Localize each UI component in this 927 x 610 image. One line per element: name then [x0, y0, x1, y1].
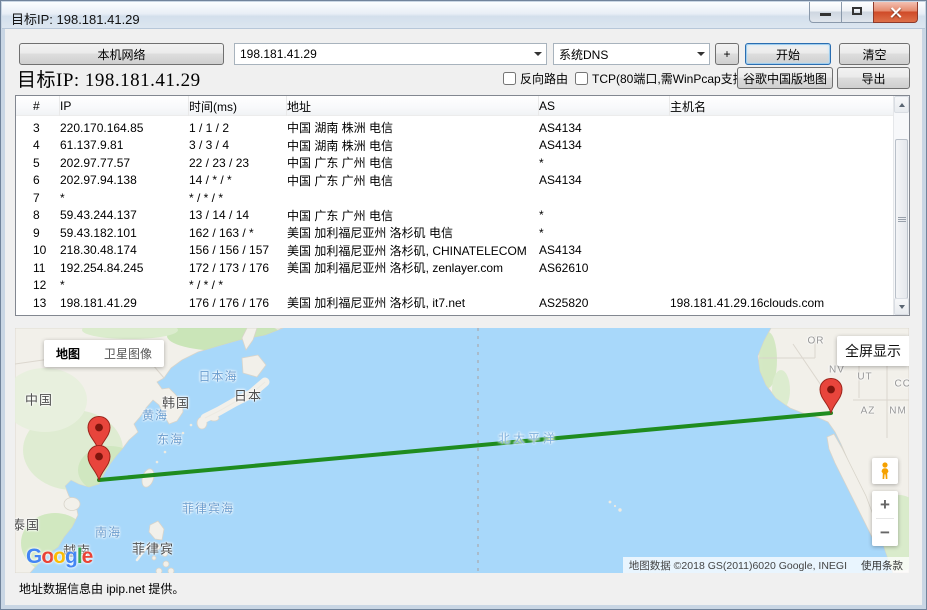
target-ip-combobox[interactable] [234, 43, 547, 65]
table-row[interactable]: 7** / * / * [16, 189, 909, 207]
table-row[interactable]: 10218.30.48.174156 / 156 / 157美国 加利福尼亚州 … [16, 242, 909, 260]
table-row[interactable]: 461.137.9.813 / 3 / 4中国 湖南 株洲 电信AS4134 [16, 137, 909, 155]
map-attribution: 地图数据 ©2018 GS(2011)6020 Google, INEGI 使用… [623, 557, 909, 573]
table-row[interactable]: 12** / * / * [16, 277, 909, 295]
column-header-ip[interactable]: IP [60, 96, 189, 116]
map-type-map-button[interactable]: 地图 [44, 345, 92, 362]
table-row[interactable]: 3220.170.164.851 / 1 / 2中国 湖南 株洲 电信AS413… [16, 119, 909, 137]
maximize-icon [852, 7, 862, 15]
zoom-control: + − [872, 491, 898, 546]
column-header-as[interactable]: AS [539, 96, 670, 116]
close-icon [889, 6, 902, 19]
start-label: 开始 [776, 46, 800, 63]
table-body: 3220.170.164.851 / 1 / 2中国 湖南 株洲 电信AS413… [16, 116, 909, 312]
google-cn-map-label: 谷歌中国版地图 [743, 70, 827, 87]
table-row[interactable]: 6202.97.94.13814 / * / *中国 广东 广州 电信AS413… [16, 172, 909, 190]
table-row[interactable]: 859.43.244.13713 / 14 / 14中国 广东 广州 电信* [16, 207, 909, 225]
reverse-route-checkbox[interactable] [503, 72, 516, 85]
column-header-addr[interactable]: 地址 [287, 96, 539, 116]
clear-label: 清空 [862, 46, 886, 63]
hainan-island [64, 498, 80, 511]
options-group: 反向路由 TCP(80端口,需WinPcap支持) [503, 70, 756, 87]
map-type-satellite-button[interactable]: 卫星图像 [92, 345, 164, 362]
table-row[interactable]: 5202.97.77.5722 / 23 / 23中国 广东 广州 电信* [16, 154, 909, 172]
fullscreen-label: 全屏显示 [845, 341, 901, 361]
export-label: 导出 [861, 70, 885, 87]
status-text: 地址数据信息由 ipip.net 提供。 [19, 580, 184, 597]
dns-select[interactable]: 系统DNS [553, 43, 710, 65]
pegman-control[interactable] [872, 458, 898, 484]
close-button[interactable] [873, 2, 918, 23]
zoom-out-button[interactable]: − [872, 519, 898, 546]
google-cn-map-button[interactable]: 谷歌中国版地图 [737, 67, 833, 89]
scrollbar-thumb[interactable] [895, 139, 908, 299]
chevron-down-icon[interactable] [693, 44, 709, 64]
attribution-text: 地图数据 ©2018 GS(2011)6020 Google, INEGI [629, 558, 847, 573]
terms-of-use-link[interactable]: 使用条款 [861, 558, 903, 573]
scroll-up-button[interactable] [894, 96, 909, 113]
clear-button[interactable]: 清空 [839, 43, 910, 65]
table-header: # IP 时间(ms) 地址 AS 主机名 [16, 96, 909, 116]
column-header-host[interactable]: 主机名 [670, 96, 909, 116]
dns-select-value: 系统DNS [554, 46, 693, 63]
arrow-down-icon [899, 305, 905, 309]
local-network-label: 本机网络 [97, 46, 145, 63]
app-window: 目标IP: 198.181.41.29 本机网络 系统DNS + 开始 清空 [0, 0, 927, 610]
arrow-up-icon [899, 103, 905, 107]
scroll-down-button[interactable] [894, 298, 909, 315]
table-row[interactable]: 11192.254.84.245172 / 173 / 176美国 加利福尼亚州… [16, 259, 909, 277]
start-button[interactable]: 开始 [745, 43, 831, 65]
target-ip-input[interactable] [235, 45, 530, 63]
minimize-icon [820, 13, 831, 16]
reverse-route-label[interactable]: 反向路由 [520, 70, 568, 87]
local-network-button[interactable]: 本机网络 [19, 43, 224, 65]
window-controls [809, 2, 918, 23]
add-button[interactable]: + [715, 43, 739, 65]
table-row[interactable]: 13198.181.41.29176 / 176 / 176美国 加利福尼亚州 … [16, 294, 909, 312]
maximize-button[interactable] [841, 2, 874, 23]
fullscreen-button[interactable]: 全屏显示 [837, 336, 909, 366]
map-type-control: 地图 卫星图像 [44, 340, 164, 367]
export-button[interactable]: 导出 [837, 67, 910, 89]
google-logo[interactable]: Google [26, 545, 92, 569]
client-area: 本机网络 系统DNS + 开始 清空 目标IP: 198.181.41.29 反… [5, 29, 922, 605]
chevron-down-icon[interactable] [530, 44, 546, 64]
vertical-scrollbar[interactable] [893, 96, 909, 315]
tcp-label[interactable]: TCP(80端口,需WinPcap支持) [592, 70, 749, 87]
column-header-time[interactable]: 时间(ms) [189, 96, 287, 116]
pegman-icon [879, 462, 891, 480]
hop-table: # IP 时间(ms) 地址 AS 主机名 3220.170.164.851 /… [15, 95, 910, 316]
minimize-button[interactable] [809, 2, 842, 23]
column-header-num[interactable]: # [16, 96, 60, 116]
plus-icon: + [723, 47, 730, 61]
window-title: 目标IP: 198.181.41.29 [11, 9, 140, 28]
zoom-in-button[interactable]: + [872, 491, 898, 518]
tcp-checkbox[interactable] [575, 72, 588, 85]
titlebar[interactable]: 目标IP: 198.181.41.29 [2, 2, 925, 29]
map-canvas[interactable]: 中国 韩国 日本 泰国 越南 菲律宾 日本海 黄海 东海 菲律宾海 南海 北太平… [15, 328, 909, 573]
target-ip-label: 目标IP: 198.181.41.29 [17, 65, 201, 92]
table-row[interactable]: 959.43.182.101162 / 163 / *美国 加利福尼亚州 洛杉矶… [16, 224, 909, 242]
